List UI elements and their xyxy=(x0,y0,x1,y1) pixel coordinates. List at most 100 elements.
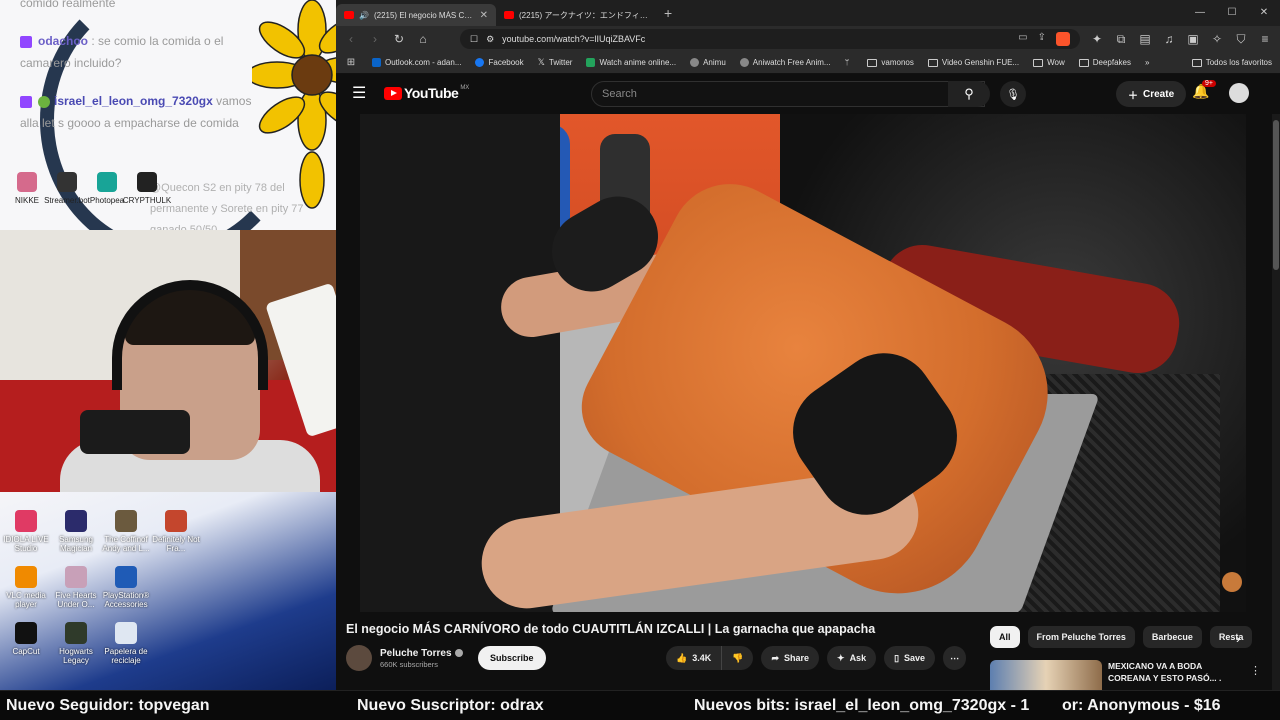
share-icon: ➦ xyxy=(771,652,779,663)
leo-ai-icon[interactable]: ✧ xyxy=(1210,32,1224,46)
search-button[interactable]: ⚲ xyxy=(948,81,990,107)
recommended-title[interactable]: MEXICANO VA A BODA COREANA Y ESTO PASÓ..… xyxy=(1108,660,1238,690)
dock-app-nikke[interactable]: NIKKE xyxy=(14,172,40,205)
more-actions-button[interactable]: ⋯ xyxy=(943,646,967,670)
tab-youtube-negocio[interactable]: 🔊 (2215) El negocio MÁS CARN ✕ xyxy=(336,4,496,26)
dock-app-photopea[interactable]: Photopea xyxy=(90,172,124,205)
reload-button[interactable]: ↻ xyxy=(392,32,406,46)
sidebar-icon[interactable]: ▤ xyxy=(1138,32,1152,46)
subscribe-button[interactable]: Subscribe xyxy=(478,646,546,670)
bookmark-label: vamonos xyxy=(881,58,914,67)
hamburger-menu-icon[interactable]: ☰ xyxy=(352,83,372,103)
address-bar[interactable]: ☐ ⚙ youtube.com/watch?v=lIUqiZBAVFc ▭ ⇪ xyxy=(460,29,1080,49)
bookmark-unnamed[interactable]: ᛘ xyxy=(845,58,854,67)
idiola-icon xyxy=(15,510,37,532)
desktop-icon-definitely-not-fra[interactable]: Definitely Not Fra... xyxy=(146,510,206,553)
bookmark-aniwatch[interactable]: Aniwatch Free Anim... xyxy=(739,58,831,67)
media-icon[interactable]: ♫ xyxy=(1162,32,1176,46)
bookmark-folder-vamonos[interactable]: vamonos xyxy=(867,58,914,67)
url-text[interactable]: youtube.com/watch?v=lIUqiZBAVFc xyxy=(502,34,1010,44)
recommended-thumbnail[interactable] xyxy=(990,660,1102,690)
youtube-play-icon xyxy=(384,86,402,100)
bookmark-folder-wow[interactable]: Wow xyxy=(1033,58,1065,67)
bookmark-facebook[interactable]: Facebook xyxy=(475,58,524,67)
more-horizontal-icon: ⋯ xyxy=(950,652,960,663)
chips-next-icon[interactable]: › xyxy=(1236,632,1240,646)
dock-app-streamerbot[interactable]: Streamer.bot xyxy=(44,172,90,205)
dislike-button[interactable]: 👎 xyxy=(722,646,754,670)
bookmark-page-icon[interactable]: ☐ xyxy=(470,34,478,45)
chat-message: odachoo : se comio la comida o el camare… xyxy=(20,30,270,74)
chat-message-text: comido realmente xyxy=(20,0,116,10)
chat-message: comido realmente xyxy=(20,0,270,14)
site-info-icon[interactable]: ⚙ xyxy=(486,34,494,45)
desktop-icon-recycle-bin[interactable]: Papelera de reciclaje xyxy=(96,622,156,665)
like-button[interactable]: 👍 3.4K xyxy=(666,646,723,670)
new-tab-button[interactable]: + xyxy=(664,5,672,21)
chip-all[interactable]: All xyxy=(990,626,1020,648)
apps-grid-icon[interactable]: ⊞ xyxy=(344,57,358,68)
bookmark-twitter[interactable]: 𝕏 Twitter xyxy=(538,57,573,68)
channel-avatar[interactable] xyxy=(346,645,372,671)
channel-name[interactable]: Peluche Torres xyxy=(380,648,452,659)
outlook-icon xyxy=(372,58,381,67)
wallet-icon[interactable]: ▣ xyxy=(1186,32,1200,46)
bookmark-folder-genshin[interactable]: Video Genshin FUE... xyxy=(927,58,1020,67)
all-bookmarks-folder[interactable]: Todos los favoritos xyxy=(1191,58,1272,67)
video-player[interactable] xyxy=(360,114,1246,612)
youtube-favicon-icon xyxy=(504,11,514,19)
chip-restaurants[interactable]: Resta xyxy=(1209,626,1253,648)
sparkle-icon: ✦ xyxy=(837,652,845,663)
playstation-icon xyxy=(115,566,137,588)
vpn-icon[interactable]: ⛉ xyxy=(1234,32,1248,47)
menu-icon[interactable]: ≡ xyxy=(1258,32,1272,46)
tab-youtube-arknights[interactable]: (2215) アークナイツ：エンドフィールド - Yo xyxy=(496,4,656,26)
bookmark-label: Video Genshin FUE... xyxy=(941,58,1020,67)
save-button[interactable]: ▯ Save xyxy=(884,646,936,670)
recycle-bin-icon xyxy=(115,622,137,644)
forward-button[interactable]: › xyxy=(368,32,382,46)
home-button[interactable]: ⌂ xyxy=(416,32,430,46)
account-avatar[interactable] xyxy=(1229,83,1249,103)
like-count: 3.4K xyxy=(692,653,712,663)
close-tab-icon[interactable]: ✕ xyxy=(480,10,488,21)
bookmarks-overflow-button[interactable]: » xyxy=(1145,58,1149,67)
voice-search-button[interactable]: 🎙 xyxy=(1000,81,1026,107)
back-button[interactable]: ‹ xyxy=(344,32,358,46)
ticker-donation: or: Anonymous - $16 xyxy=(1062,697,1221,714)
extensions-puzzle-icon[interactable]: ⧉ xyxy=(1114,32,1128,47)
recommended-video[interactable]: MEXICANO VA A BODA COREANA Y ESTO PASÓ..… xyxy=(990,660,1238,690)
x-twitter-icon: 𝕏 xyxy=(537,57,545,67)
more-vertical-icon[interactable]: ⋮ xyxy=(1250,664,1261,677)
page-scrollbar[interactable] xyxy=(1272,114,1280,690)
bookmark-watch-anime[interactable]: Watch anime online... xyxy=(586,58,676,67)
youtube-logo[interactable]: YouTube MX xyxy=(384,85,469,101)
extension-icon[interactable]: ✦ xyxy=(1090,32,1104,46)
brave-shields-icon[interactable] xyxy=(1056,32,1070,46)
scrollbar-thumb[interactable] xyxy=(1273,120,1279,270)
channel-name-row[interactable]: Peluche Torres xyxy=(380,648,463,659)
bookmark-label: Watch anime online... xyxy=(599,58,677,67)
nikke-icon xyxy=(17,172,37,192)
channel-watermark-icon[interactable] xyxy=(1222,572,1242,592)
chip-from-channel[interactable]: From Peluche Torres xyxy=(1027,626,1135,648)
cast-icon[interactable]: ▭ xyxy=(1018,32,1027,46)
dock-app-crypthulk[interactable]: CRYPTHULK xyxy=(123,172,171,205)
dock-app-label: NIKKE xyxy=(14,196,39,205)
ask-button[interactable]: ✦ Ask xyxy=(827,646,877,670)
bookmark-label: Todos los favoritos xyxy=(1205,58,1272,67)
desktop-icon-playstation-accessories[interactable]: PlayStation® Accessories xyxy=(96,566,156,609)
share-page-icon[interactable]: ⇪ xyxy=(1038,32,1046,46)
speaker-icon[interactable]: 🔊 xyxy=(359,11,369,20)
chip-barbecue[interactable]: Barbecue xyxy=(1142,626,1202,648)
create-button[interactable]: ＋ Create xyxy=(1116,81,1187,107)
minimize-button[interactable]: — xyxy=(1184,0,1216,26)
bookmark-folder-deepfakes[interactable]: Deepfakes xyxy=(1078,58,1131,67)
bookmark-outlook[interactable]: Outlook.com - adan... xyxy=(372,58,461,67)
maximize-button[interactable]: ☐ xyxy=(1216,0,1248,26)
search-input[interactable]: Search xyxy=(591,81,985,107)
close-window-button[interactable]: ✕ xyxy=(1248,0,1280,26)
bookmark-animu[interactable]: Animu xyxy=(690,58,726,67)
share-label: Share xyxy=(784,653,810,663)
share-button[interactable]: ➦ Share xyxy=(761,646,820,670)
